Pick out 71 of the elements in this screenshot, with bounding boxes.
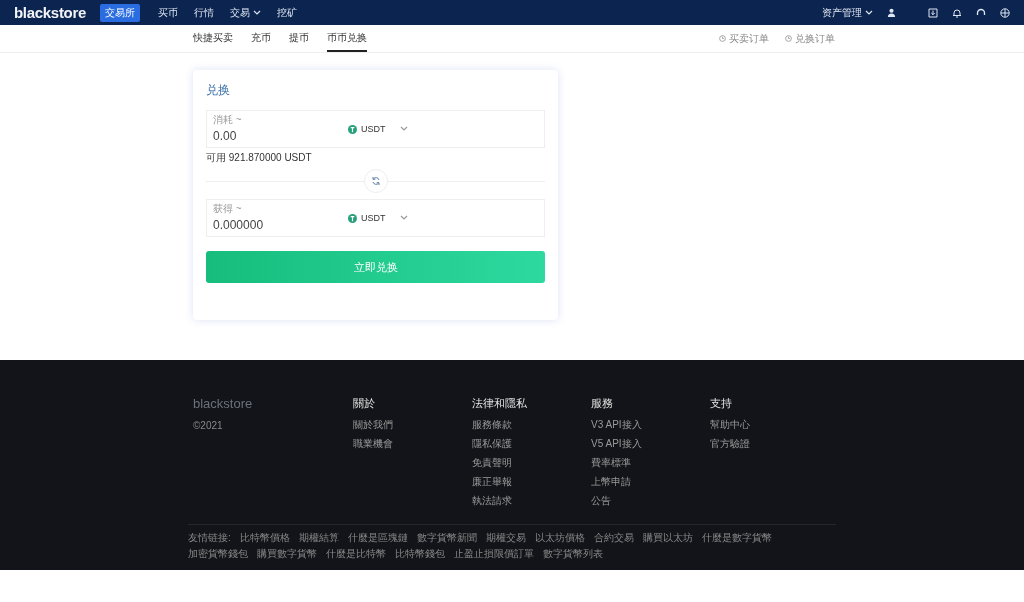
- column-heading: 服務: [591, 396, 614, 411]
- column-heading: 關於: [353, 396, 376, 411]
- headset-icon[interactable]: [976, 7, 986, 18]
- available-balance: 可用 921.870000 USDT: [206, 151, 313, 165]
- friend-link[interactable]: 期權交易: [485, 531, 526, 545]
- user-icon[interactable]: [887, 8, 896, 17]
- asset-menu[interactable]: 资产管理: [822, 5, 873, 20]
- friend-links-label: 友情链接:: [188, 531, 231, 545]
- friend-link[interactable]: 什麼是比特幣: [326, 547, 386, 561]
- tab[interactable]: 快捷买卖: [193, 25, 233, 52]
- field-label: 获得 ~: [213, 202, 242, 216]
- footer-link[interactable]: 免責聲明: [472, 456, 591, 470]
- footer-link[interactable]: 官方驗證: [710, 437, 829, 451]
- friend-link[interactable]: 期權結算: [298, 531, 339, 545]
- footer-link[interactable]: 費率標準: [591, 456, 710, 470]
- friend-link[interactable]: 以太坊價格: [534, 531, 585, 545]
- globe-icon[interactable]: [1000, 7, 1010, 18]
- footer-link[interactable]: 幫助中心: [710, 418, 829, 432]
- friend-link[interactable]: 什麼是區塊鏈: [347, 531, 408, 545]
- friend-link[interactable]: 購買以太坊: [642, 531, 693, 545]
- friend-link[interactable]: 比特幣錢包: [395, 547, 445, 561]
- pay-field[interactable]: 消耗 ~ 0.00 USDT: [206, 110, 545, 148]
- tab[interactable]: 提币: [289, 25, 309, 52]
- footer-link[interactable]: 隱私保護: [472, 437, 591, 451]
- friend-link[interactable]: 數字貨幣列表: [543, 547, 603, 561]
- orders-link[interactable]: 买卖订单: [719, 31, 769, 46]
- coin-icon: [348, 213, 357, 223]
- footer-link[interactable]: 職業機會: [353, 437, 472, 451]
- coin-selector[interactable]: USDT: [348, 124, 408, 134]
- download-icon[interactable]: [928, 7, 938, 18]
- friend-link[interactable]: 合約交易: [593, 531, 634, 545]
- coin-icon: [348, 124, 357, 134]
- caret-icon: [865, 9, 873, 16]
- column-heading: 支持: [710, 396, 733, 411]
- column-heading: 法律和隱私: [472, 396, 528, 411]
- coin-selector[interactable]: USDT: [348, 213, 408, 223]
- friend-link[interactable]: 比特幣價格: [239, 531, 290, 545]
- friend-link[interactable]: 什麼是數字貨幣: [701, 531, 772, 545]
- footer-link[interactable]: 上幣申請: [591, 475, 710, 489]
- orders-link[interactable]: 兑换订单: [785, 31, 835, 46]
- nav-link[interactable]: 挖矿: [277, 5, 298, 20]
- caret-icon: [399, 215, 408, 221]
- clock-icon: [785, 35, 792, 42]
- bell-icon[interactable]: [952, 7, 962, 18]
- friend-link[interactable]: 止盈止損限價訂單: [454, 547, 534, 561]
- exchange-badge[interactable]: 交易所: [100, 3, 141, 22]
- friend-link[interactable]: 加密貨幣錢包: [188, 547, 248, 561]
- receive-field[interactable]: 获得 ~ 0.000000 USDT: [206, 199, 545, 237]
- footer-link[interactable]: 關於我們: [353, 418, 472, 432]
- nav-link[interactable]: 交易: [230, 5, 262, 20]
- tab[interactable]: 币币兑换: [327, 25, 367, 52]
- footer-link[interactable]: 服務條款: [472, 418, 591, 432]
- nav-link[interactable]: 买币: [158, 5, 179, 20]
- card-title: 兑换: [206, 82, 231, 99]
- footer-link[interactable]: 公告: [591, 494, 710, 508]
- copyright: ©2021: [193, 420, 224, 431]
- friend-link[interactable]: 數字貨幣新聞: [416, 531, 477, 545]
- caret-icon: [253, 9, 262, 16]
- footer-logo[interactable]: blackstore: [193, 396, 353, 411]
- nav-link[interactable]: 行情: [194, 5, 215, 20]
- tab[interactable]: 充币: [251, 25, 271, 52]
- caret-icon: [399, 126, 408, 132]
- footer-link[interactable]: V5 API接入: [591, 437, 710, 451]
- field-label: 消耗 ~: [213, 113, 242, 127]
- footer-link[interactable]: 執法請求: [472, 494, 591, 508]
- footer-link[interactable]: 廉正舉報: [472, 475, 591, 489]
- clock-icon: [719, 35, 726, 42]
- friend-link[interactable]: 購買數字貨幣: [257, 547, 317, 561]
- footer-link[interactable]: V3 API接入: [591, 418, 710, 432]
- refresh-icon: [370, 176, 381, 186]
- logo[interactable]: blackstore: [14, 4, 87, 21]
